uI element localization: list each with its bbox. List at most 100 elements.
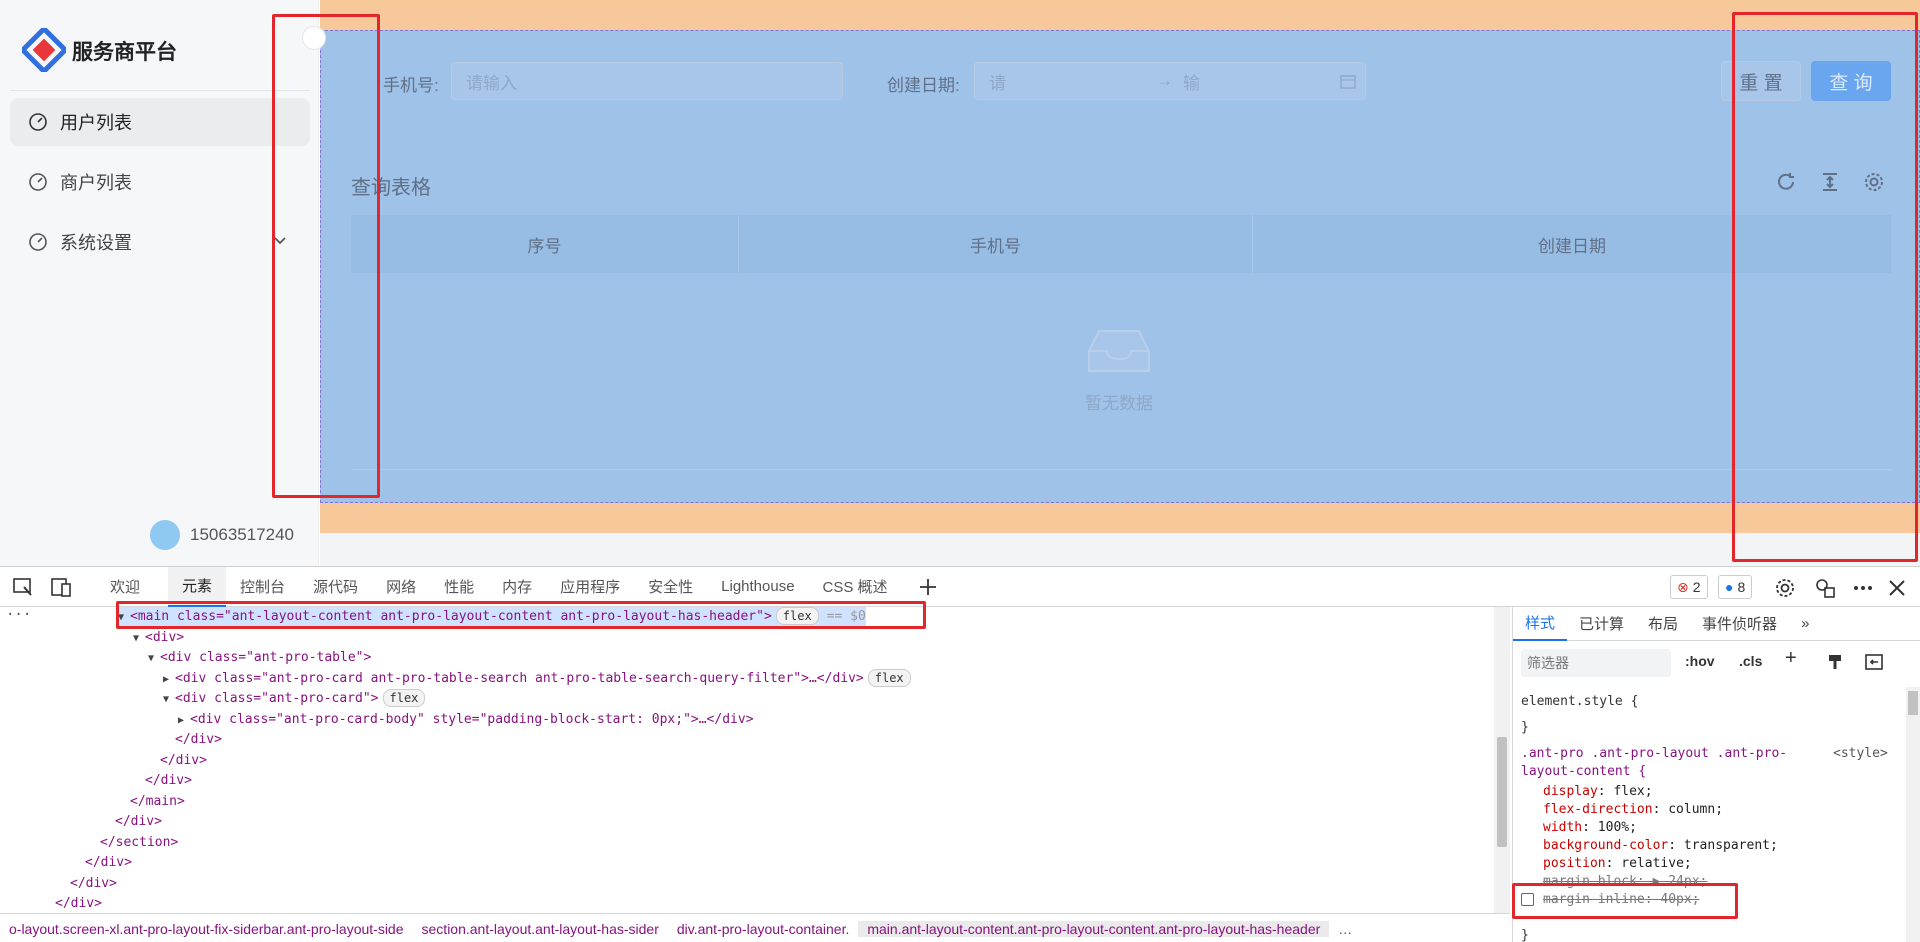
breadcrumb-item[interactable]: section.ant-layout.ant-layout-has-sider: [413, 921, 668, 937]
sidebar-item-label: 商户列表: [60, 173, 132, 193]
css-property-background-color[interactable]: background-color: transparent;: [1543, 837, 1778, 855]
range-arrow: →: [1156, 71, 1173, 90]
chevron-right-icon[interactable]: »: [1789, 607, 1821, 641]
user-profile[interactable]: 15063517240: [150, 520, 294, 550]
phone-input[interactable]: 请输入: [451, 62, 843, 100]
sidebar-toggle-icon[interactable]: [1865, 653, 1883, 671]
add-tab-icon[interactable]: [918, 577, 938, 597]
dom-node-line[interactable]: </div>: [58, 874, 117, 894]
breadcrumb-item[interactable]: main.ant-layout-content.ant-pro-layout-c…: [858, 920, 1330, 937]
scroll-thumb[interactable]: [1497, 737, 1507, 847]
tab-styles[interactable]: 样式: [1513, 607, 1568, 641]
dom-node-text: </div>: [70, 875, 117, 891]
sidebar-item-system-settings[interactable]: 系统设置: [10, 218, 310, 266]
brand-title: 服务商平台: [72, 41, 177, 64]
expand-triangle-icon[interactable]: ▼: [163, 690, 175, 710]
expand-triangle-icon[interactable]: ▼: [148, 649, 160, 669]
dom-node-line[interactable]: </div>: [163, 730, 222, 750]
annotation-box: [1732, 12, 1918, 562]
dom-node-text: </div>: [115, 814, 162, 829]
css-property-display[interactable]: display: flex;: [1543, 783, 1653, 801]
dom-node-line[interactable]: </section>: [88, 833, 178, 853]
elements-tree: ··· ▼ <main class="ant-layout-content ant…: [0, 607, 1494, 913]
dom-node-text: </section>: [100, 834, 179, 850]
scroll-thumb[interactable]: [1908, 691, 1918, 715]
annotation-box: [272, 14, 380, 498]
sidebar-item-merchant-list[interactable]: 商户列表: [10, 158, 310, 206]
more-icon[interactable]: [1852, 577, 1874, 599]
margin-highlight-top: [320, 0, 1920, 30]
breadcrumb-item[interactable]: div.ant-pro-layout-container.: [668, 921, 859, 937]
dom-node-line[interactable]: </div>: [73, 853, 132, 873]
error-icon: ⊗: [1677, 578, 1689, 595]
date-end: 输: [1183, 73, 1200, 93]
device-toolbar-icon[interactable]: [50, 576, 72, 598]
dom-node-text: <div class="ant-pro-card ant-pro-table-s…: [175, 670, 864, 686]
dom-node-text: <div>: [145, 629, 185, 645]
paint-icon[interactable]: [1827, 653, 1845, 671]
avatar: [150, 520, 180, 550]
message-badge[interactable]: ● 8: [1718, 575, 1753, 599]
breadcrumb-more[interactable]: …: [1329, 921, 1361, 937]
flex-badge[interactable]: flex: [382, 689, 426, 707]
elements-scrollbar[interactable]: [1494, 607, 1510, 913]
expand-triangle-icon[interactable]: ▶: [163, 670, 175, 690]
expand-triangle-icon[interactable]: ▶: [178, 711, 190, 731]
dom-node-line[interactable]: ▶ <div class="ant-pro-card ant-pro-table-…: [163, 668, 911, 690]
dom-node-line[interactable]: </div>: [103, 812, 162, 832]
dom-node-line[interactable]: ▶ <div class="ant-pro-card-body" style="p…: [178, 710, 754, 730]
error-badge[interactable]: ⊗ 2: [1670, 575, 1708, 599]
tab-layout[interactable]: 布局: [1636, 607, 1690, 641]
dom-node-line[interactable]: </div>: [43, 894, 102, 913]
user-phone: 15063517240: [190, 525, 295, 544]
dom-node-line[interactable]: </div>: [148, 751, 207, 771]
breadcrumb: o-layout.screen-xl.ant-pro-layout-fix-si…: [0, 913, 1510, 942]
rule-close: }: [1521, 928, 1529, 942]
dom-node-text: </div>: [55, 896, 102, 911]
column-header[interactable]: 序号: [351, 215, 739, 273]
tab-computed[interactable]: 已计算: [1567, 607, 1636, 641]
inspect-icon[interactable]: [12, 576, 34, 598]
rule-selector[interactable]: .ant-pro .ant-pro-layout .ant-pro-: [1521, 745, 1787, 763]
styles-filter-input[interactable]: 筛选器: [1521, 649, 1671, 677]
date-range-picker[interactable]: 请 → 输: [974, 62, 1366, 100]
hov-button[interactable]: :hov: [1685, 653, 1715, 669]
expand-triangle-icon[interactable]: ▼: [133, 629, 145, 649]
calendar-icon: [1340, 75, 1356, 89]
dom-node-line[interactable]: ▼ <div class="ant-pro-card"> flex: [163, 689, 426, 710]
dom-node-text: <div class="ant-pro-table">: [160, 650, 372, 665]
rule-close: }: [1521, 720, 1529, 735]
breadcrumb-item[interactable]: o-layout.screen-xl.ant-pro-layout-fix-si…: [0, 921, 413, 937]
dom-node-line[interactable]: </div>: [133, 771, 192, 791]
devtools-panel: 欢迎 元素 控制台 源代码 网络 性能 内存 应用程序 安全性 Lighthou…: [0, 566, 1920, 942]
dashboard-icon: [29, 113, 47, 131]
annotation-box: [116, 601, 926, 629]
css-property-position[interactable]: position: relative;: [1543, 855, 1692, 873]
add-rule-icon[interactable]: +: [1785, 647, 1797, 670]
table-header: 序号 手机号 创建日期: [351, 215, 1891, 273]
dom-node-line[interactable]: ▼ <div>: [133, 628, 184, 648]
rule-selector[interactable]: layout-content {: [1521, 763, 1646, 781]
styles-scrollbar[interactable]: [1906, 687, 1920, 942]
close-icon[interactable]: [1886, 577, 1908, 599]
more-icon[interactable]: ···: [6, 607, 31, 623]
gear-icon[interactable]: [1774, 577, 1796, 599]
tab-event-listeners[interactable]: 事件侦听器: [1690, 607, 1789, 641]
element-highlight-overlay: 手机号: 请输入 创建日期: 请 → 输 重 置 查 询 查询表格 序号 手机号…: [320, 30, 1920, 503]
dom-node-line[interactable]: ▼ <div class="ant-pro-table">: [148, 648, 371, 668]
css-property-width[interactable]: width: 100%;: [1543, 819, 1637, 837]
rule-source[interactable]: <style>: [1833, 745, 1888, 763]
column-header[interactable]: 手机号: [739, 215, 1253, 273]
dom-node-text: </div>: [85, 855, 132, 870]
connection-icon[interactable]: [1814, 577, 1836, 599]
annotation-box: [1512, 883, 1738, 919]
dom-node-line[interactable]: </main>: [118, 792, 185, 812]
empty-text: 暂无数据: [1085, 394, 1153, 413]
dom-node-text: <div class="ant-pro-card-body" style="pa…: [190, 711, 754, 727]
flex-badge[interactable]: flex: [867, 668, 911, 687]
css-property-flex-direction[interactable]: flex-direction: column;: [1543, 801, 1723, 819]
sidebar-item-user-list[interactable]: 用户列表: [10, 98, 310, 146]
cls-button[interactable]: .cls: [1739, 653, 1762, 669]
dom-node-text: </main>: [130, 793, 185, 809]
sidebar-item-label: 用户列表: [60, 113, 132, 133]
